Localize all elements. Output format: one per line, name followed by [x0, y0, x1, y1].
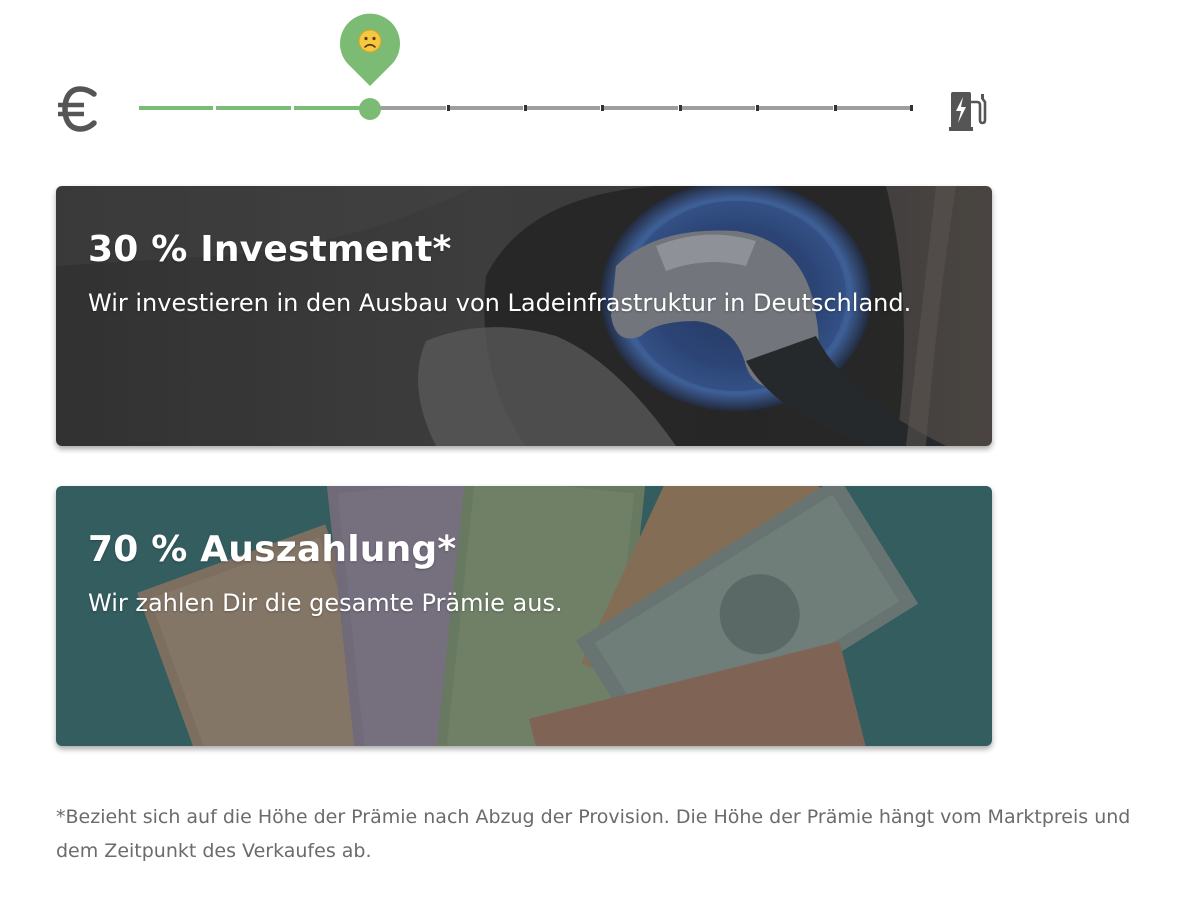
slider-segment[interactable]	[371, 106, 446, 110]
ev-charging-station-icon	[949, 92, 987, 131]
slider-segment[interactable]	[603, 106, 678, 110]
slider-segment[interactable]	[526, 106, 601, 110]
slider-segment[interactable]	[448, 106, 523, 110]
slider-tick	[910, 105, 913, 111]
investment-option-card[interactable]: 30 % Investment* Wir investieren in den …	[56, 186, 992, 446]
slider-tick	[678, 105, 682, 111]
payout-card-description: Wir zahlen Dir die gesamte Prämie aus.	[88, 589, 563, 617]
euro-icon	[58, 86, 97, 132]
slider-value-pin[interactable]	[338, 10, 402, 88]
payout-option-card[interactable]: 70 % Auszahlung* Wir zahlen Dir die gesa…	[56, 486, 992, 746]
slider-tick	[601, 105, 605, 111]
slider-tick	[446, 105, 450, 111]
slider-segment[interactable]	[216, 106, 291, 110]
slider-tick	[833, 105, 837, 111]
footnote: *Bezieht sich auf die Höhe der Prämie na…	[56, 806, 1131, 862]
payout-card-title: 70 % Auszahlung*	[88, 529, 457, 570]
slider-segment[interactable]	[835, 106, 910, 110]
investment-payout-slider[interactable]	[56, 0, 992, 160]
frowning-face-icon	[358, 29, 382, 53]
slider-segment[interactable]	[758, 106, 833, 110]
investment-card-title: 30 % Investment*	[88, 229, 452, 270]
slider-tick	[524, 105, 527, 111]
slider-tick	[756, 105, 760, 111]
investment-card-description: Wir investieren in den Ausbau von Ladein…	[88, 289, 912, 317]
slider-segment[interactable]	[680, 106, 756, 110]
slider-thumb[interactable]	[359, 98, 382, 120]
slider-track[interactable]	[138, 105, 913, 111]
slider-segment[interactable]	[139, 106, 214, 110]
slider-segment[interactable]	[293, 106, 369, 110]
